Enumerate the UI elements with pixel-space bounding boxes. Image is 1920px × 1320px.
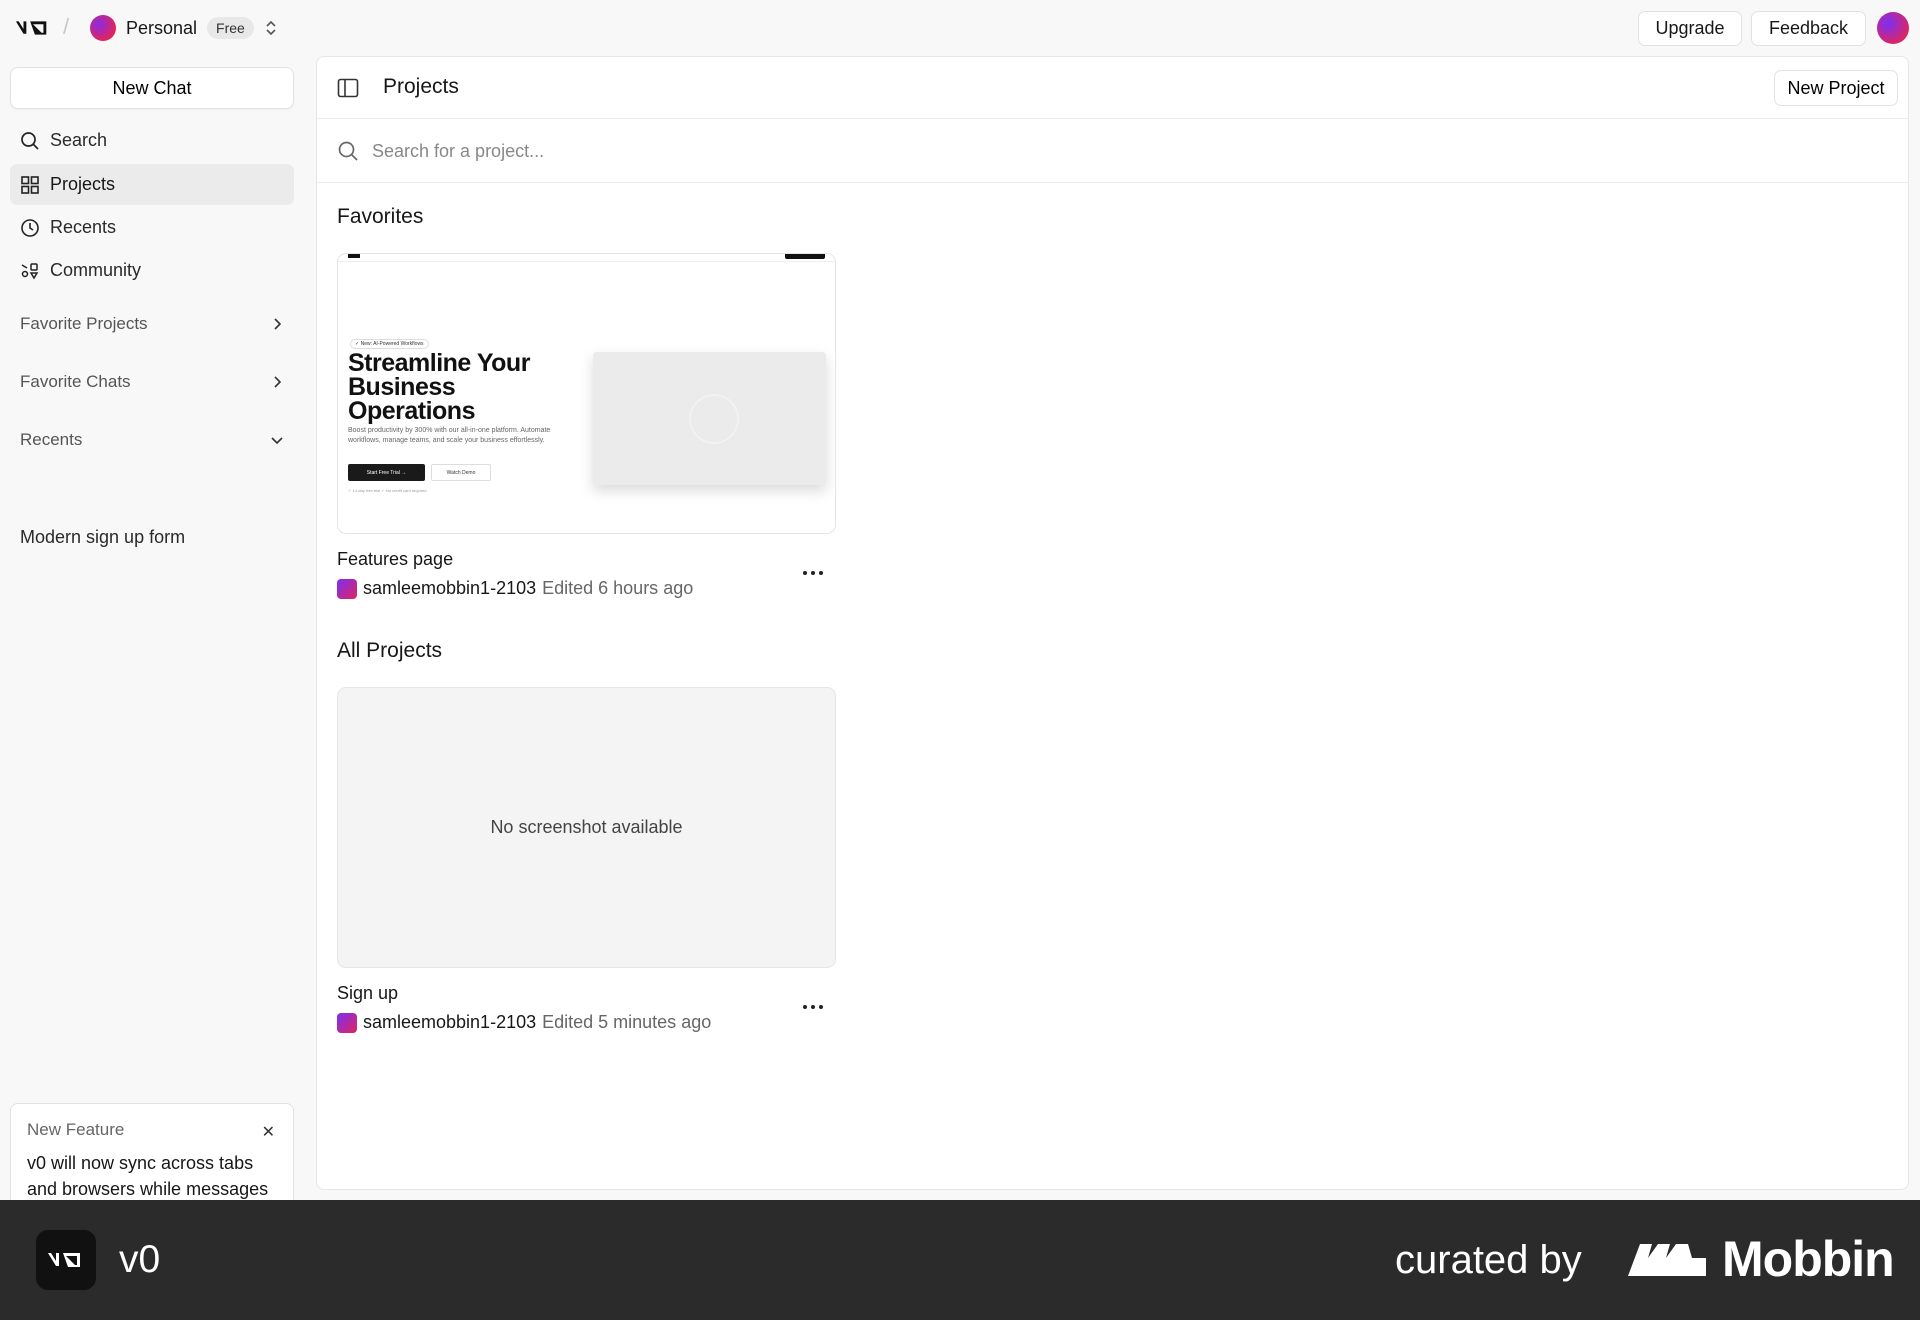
owner-name: samleemobbin1-2103 — [363, 1012, 537, 1032]
page-title: Projects — [383, 75, 459, 98]
preview-navbar — [338, 254, 835, 262]
mobbin-mark-icon — [1628, 1244, 1706, 1276]
workspace-switcher[interactable]: Personal Free — [90, 14, 278, 42]
main-header: Projects New Project — [317, 57, 1908, 119]
preview-secondary-button: Watch Demo — [431, 464, 491, 481]
chevron-up-down-icon — [266, 20, 276, 36]
grid-icon — [21, 175, 39, 194]
section-recents[interactable]: Recents — [10, 423, 294, 457]
clock-icon — [21, 218, 39, 237]
new-chat-button[interactable]: New Chat — [10, 67, 294, 109]
edited-time: Edited 6 hours ago — [542, 578, 694, 598]
preview-primary-button: Start Free Trial → — [348, 464, 425, 481]
search-icon — [21, 131, 39, 150]
edited-time: Edited 5 minutes ago — [542, 1012, 712, 1032]
workspace-avatar — [90, 15, 116, 41]
section-favorite-projects[interactable]: Favorite Projects — [10, 307, 294, 341]
sidebar-item-label: Projects — [50, 174, 116, 194]
preview-paragraph: Boost productivity by 300% with our all-… — [348, 427, 551, 444]
favorites-heading: Favorites — [337, 205, 424, 228]
main-panel: Projects New Project Favorites ✓ New: AI… — [316, 56, 1909, 1190]
sidebar-item-recents[interactable]: Recents — [10, 207, 294, 248]
sidebar-item-label: Recents — [50, 217, 117, 237]
chevron-right-icon — [274, 376, 282, 388]
user-avatar[interactable] — [1877, 12, 1909, 44]
upgrade-button[interactable]: Upgrade — [1638, 11, 1742, 46]
preview-image-placeholder — [593, 352, 826, 485]
sidebar-item-community[interactable]: Community — [10, 250, 294, 291]
top-bar: / Personal Free Upgrade Feedback — [0, 0, 1920, 56]
preview-heading: Streamline Your Business Operations — [348, 349, 530, 425]
feature-card-title: New Feature — [27, 1120, 125, 1139]
sidebar-toggle-icon[interactable] — [337, 78, 359, 98]
project-meta: samleemobbin1-2103 Edited 6 hours ago — [337, 578, 836, 599]
v0-logo[interactable] — [14, 16, 52, 40]
section-label: Favorite Projects — [20, 314, 148, 333]
new-project-button[interactable]: New Project — [1774, 70, 1898, 106]
section-label: Recents — [20, 430, 83, 449]
mobbin-logo: Mobbin — [1626, 1230, 1895, 1288]
all-projects-heading: All Projects — [337, 639, 443, 662]
project-thumbnail[interactable]: ✓ New: AI-Powered Workflows Streamline Y… — [337, 253, 836, 534]
footer-app-name: v0 — [119, 1238, 161, 1281]
chevron-down-icon — [271, 437, 283, 445]
project-thumbnail[interactable]: No screenshot available — [337, 687, 836, 968]
chevron-right-icon — [274, 318, 282, 330]
feedback-button[interactable]: Feedback — [1751, 11, 1866, 46]
no-screenshot-text: No screenshot available — [490, 817, 683, 837]
more-options-icon[interactable] — [798, 997, 828, 1017]
project-card-features-page: ✓ New: AI-Powered Workflows Streamline Y… — [337, 253, 836, 599]
footer-banner: v0 curated by Mobbin — [0, 1200, 1920, 1320]
mobbin-wordmark: Mobbin — [1722, 1231, 1895, 1287]
sidebar: New Chat Search Projects Recents Communi… — [0, 56, 304, 1244]
sidebar-item-search[interactable]: Search — [10, 120, 294, 161]
community-icon — [21, 262, 39, 279]
section-label: Favorite Chats — [20, 372, 131, 391]
more-options-icon[interactable] — [798, 563, 828, 583]
plan-badge: Free — [207, 17, 254, 39]
sidebar-item-label: Community — [50, 260, 142, 280]
owner-name: samleemobbin1-2103 — [363, 578, 537, 598]
owner-avatar — [337, 1012, 357, 1033]
project-card-sign-up: No screenshot available Sign up samleemo… — [337, 687, 836, 1033]
project-meta: samleemobbin1-2103 Edited 5 minutes ago — [337, 1012, 836, 1033]
app-logo-icon — [36, 1230, 96, 1290]
project-search-bar — [317, 119, 1908, 183]
recent-chat-item[interactable]: Modern sign up form — [10, 519, 294, 555]
close-icon[interactable]: ✕ — [262, 1122, 275, 1142]
search-icon — [338, 141, 358, 161]
preview-tag: ✓ New: AI-Powered Workflows — [350, 339, 429, 349]
workspace-name: Personal — [126, 17, 198, 38]
preview-note: ✓ 14-day free trial ✓ No credit card req… — [348, 488, 427, 493]
project-title[interactable]: Features page — [337, 549, 836, 570]
curated-by-text: curated by — [1395, 1238, 1582, 1282]
sidebar-item-label: Search — [50, 130, 108, 150]
project-search-input[interactable] — [372, 133, 1772, 169]
sidebar-item-projects[interactable]: Projects — [10, 164, 294, 205]
owner-avatar — [337, 578, 357, 599]
section-favorite-chats[interactable]: Favorite Chats — [10, 365, 294, 399]
project-title[interactable]: Sign up — [337, 983, 836, 1004]
breadcrumb-separator: / — [63, 14, 70, 39]
